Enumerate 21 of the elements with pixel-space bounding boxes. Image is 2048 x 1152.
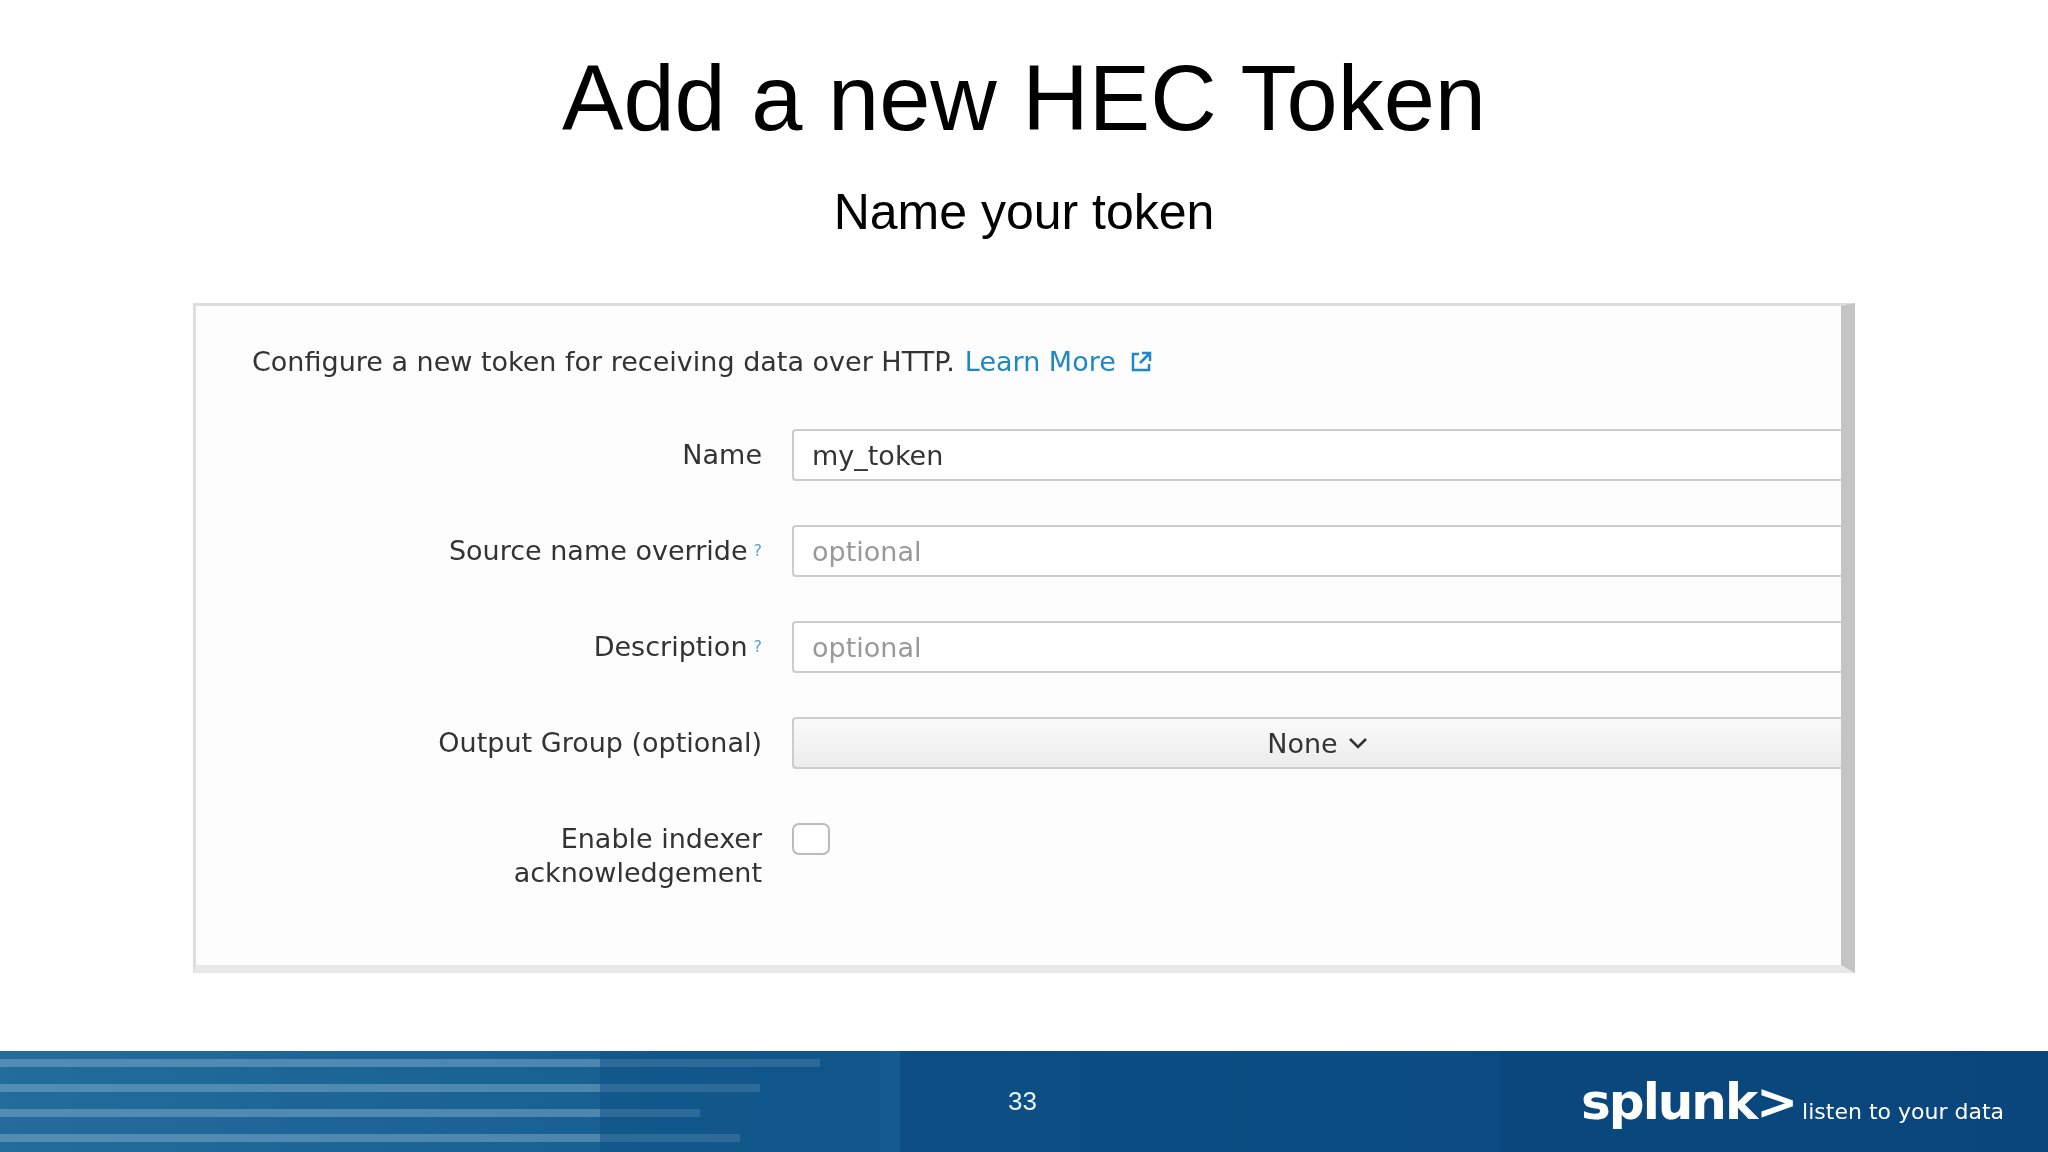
field-label: Name: [681, 438, 762, 473]
help-icon[interactable]: ?: [753, 637, 762, 657]
field-label: Description ?: [592, 630, 762, 665]
learn-more-link[interactable]: Learn More: [964, 346, 1152, 378]
checkbox[interactable]: [792, 823, 830, 856]
field-label: Output Group (optional): [437, 726, 762, 761]
field-label: Source name override ?: [447, 534, 762, 569]
chevron-down-icon: [1347, 737, 1368, 750]
text-field[interactable]: my_token: [792, 429, 1841, 482]
page-number: 33: [1008, 1086, 1037, 1117]
slide-title: Add a new HEC Token: [562, 48, 1486, 150]
external-link-icon: [1129, 350, 1152, 373]
output-group-dropdown[interactable]: None: [792, 717, 1841, 770]
text-field[interactable]: optional: [792, 621, 1841, 674]
slide-subtitle: Name your token: [833, 183, 1215, 242]
help-icon[interactable]: ?: [753, 541, 762, 561]
text-field[interactable]: optional: [792, 525, 1841, 578]
field-label: Enable indexer acknowledgement: [512, 822, 762, 891]
brand-logo: splunk>: [1581, 1072, 1797, 1131]
intro-text: Configure a new token for receiving data over HTTP. Learn More: [252, 346, 1841, 378]
tagline: listen to your data: [1802, 1098, 2004, 1124]
